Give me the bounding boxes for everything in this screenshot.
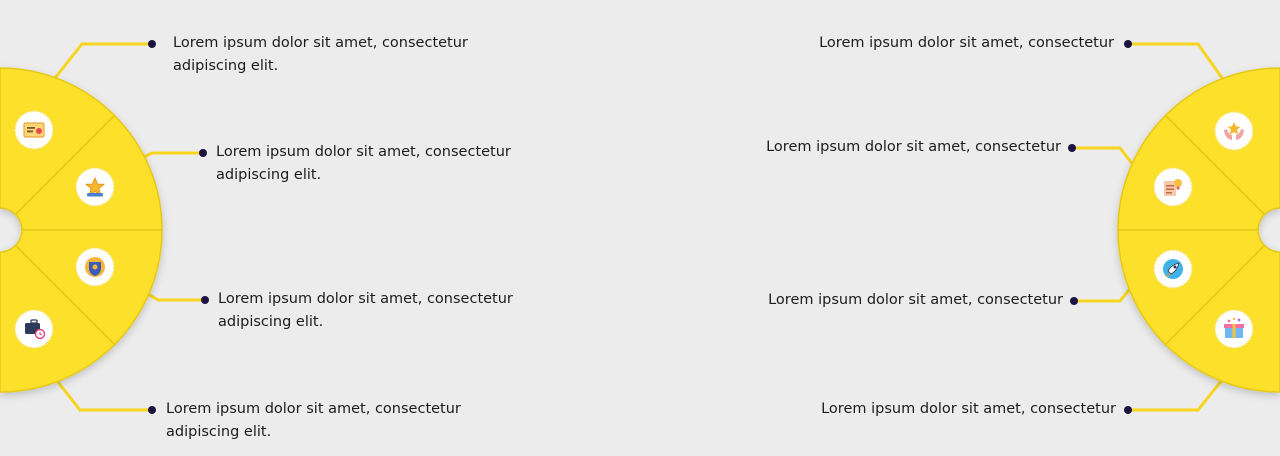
star-badge-icon bbox=[75, 167, 115, 207]
dot-left-2 bbox=[199, 149, 207, 157]
hands-star-icon bbox=[1214, 111, 1254, 151]
connector-right-2 bbox=[1072, 146, 1136, 167]
right-label-2: Lorem ipsum dolor sit amet, consectetur bbox=[766, 139, 1061, 155]
briefcase-clock-icon bbox=[14, 309, 54, 349]
left-label-2: Lorem ipsum dolor sit amet, consectetur … bbox=[216, 144, 511, 183]
shield-emblem-icon bbox=[75, 247, 115, 287]
connector-left-1 bbox=[53, 42, 152, 79]
connector-left-2 bbox=[141, 151, 202, 160]
certificate-icon bbox=[14, 110, 54, 150]
right-label-1: Lorem ipsum dolor sit amet, consectetur bbox=[819, 35, 1114, 51]
left-label-4: Lorem ipsum dolor sit amet, consectetur … bbox=[166, 401, 461, 440]
gift-box-icon bbox=[1214, 309, 1254, 349]
right-label-3: Lorem ipsum dolor sit amet, consectetur bbox=[768, 292, 1063, 308]
rocket-icon bbox=[1153, 249, 1193, 289]
idea-document-icon bbox=[1153, 167, 1193, 207]
dot-right-3 bbox=[1070, 297, 1078, 305]
connector-right-3 bbox=[1074, 283, 1136, 303]
dot-right-1 bbox=[1124, 40, 1132, 48]
connector-right-4 bbox=[1128, 379, 1224, 412]
dot-left-1 bbox=[148, 40, 156, 48]
dot-right-2 bbox=[1068, 144, 1076, 152]
dot-right-4 bbox=[1124, 406, 1132, 414]
dot-left-4 bbox=[148, 406, 156, 414]
right-label-4: Lorem ipsum dolor sit amet, consectetur bbox=[821, 401, 1116, 417]
dot-left-3 bbox=[201, 296, 209, 304]
left-label-3: Lorem ipsum dolor sit amet, consectetur … bbox=[218, 291, 513, 330]
connector-right-1 bbox=[1128, 42, 1224, 79]
left-label-1: Lorem ipsum dolor sit amet, consectetur … bbox=[173, 35, 468, 74]
connector-left-3 bbox=[147, 292, 204, 302]
connector-left-4 bbox=[56, 381, 152, 412]
right-wheel bbox=[1117, 67, 1280, 393]
